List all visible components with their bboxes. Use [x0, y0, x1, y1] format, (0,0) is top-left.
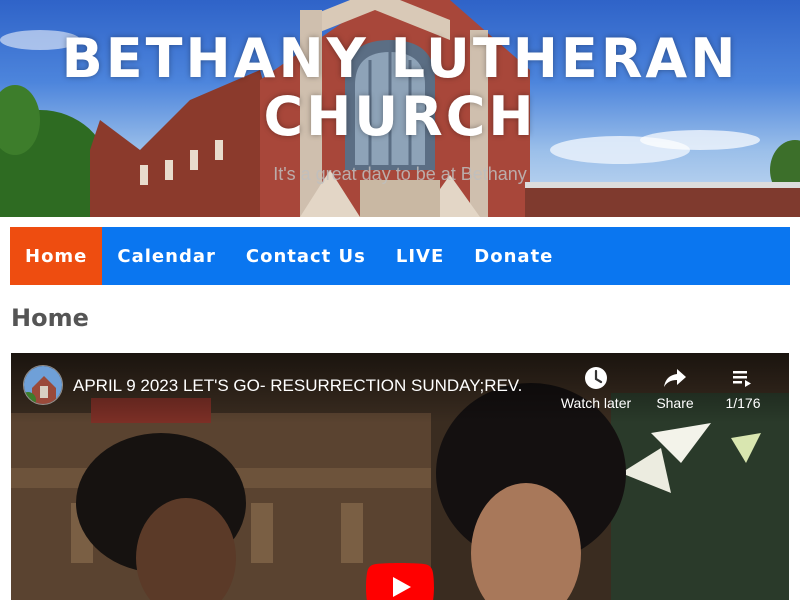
share-label: Share: [656, 395, 694, 411]
site-title-line-2: CHURCH: [263, 85, 537, 148]
site-tagline: It's a great day to be at Bethany: [273, 164, 527, 184]
watch-later-button[interactable]: Watch later: [551, 365, 641, 411]
channel-avatar[interactable]: [23, 365, 63, 405]
nav-item-contact-us[interactable]: Contact Us: [231, 227, 381, 285]
main-nav: Home Calendar Contact Us LIVE Donate: [10, 227, 790, 285]
play-icon: [366, 563, 434, 600]
nav-item-live[interactable]: LIVE: [381, 227, 459, 285]
site-title[interactable]: BETHANY LUTHERAN CHURCH: [0, 30, 800, 146]
video-embed[interactable]: APRIL 9 2023 LET'S GO- RESURRECTION SUND…: [11, 353, 789, 600]
watch-later-label: Watch later: [560, 395, 632, 411]
nav-item-calendar[interactable]: Calendar: [102, 227, 230, 285]
clock-icon: [585, 367, 607, 389]
nav-item-home[interactable]: Home: [10, 227, 103, 285]
header-banner: BETHANY LUTHERAN CHURCH It's a great day…: [0, 0, 800, 217]
share-button[interactable]: Share: [645, 365, 705, 411]
site-title-line-1: BETHANY LUTHERAN: [61, 27, 739, 90]
share-arrow-icon: [664, 369, 686, 387]
page-title: Home: [11, 304, 89, 332]
nav-item-donate[interactable]: Donate: [459, 227, 568, 285]
play-button[interactable]: [366, 563, 434, 600]
playlist-count: 1/176: [725, 395, 761, 411]
playlist-icon: [733, 371, 751, 387]
video-title[interactable]: APRIL 9 2023 LET'S GO- RESURRECTION SUND…: [73, 376, 523, 396]
playlist-button[interactable]: 1/176: [711, 365, 775, 411]
